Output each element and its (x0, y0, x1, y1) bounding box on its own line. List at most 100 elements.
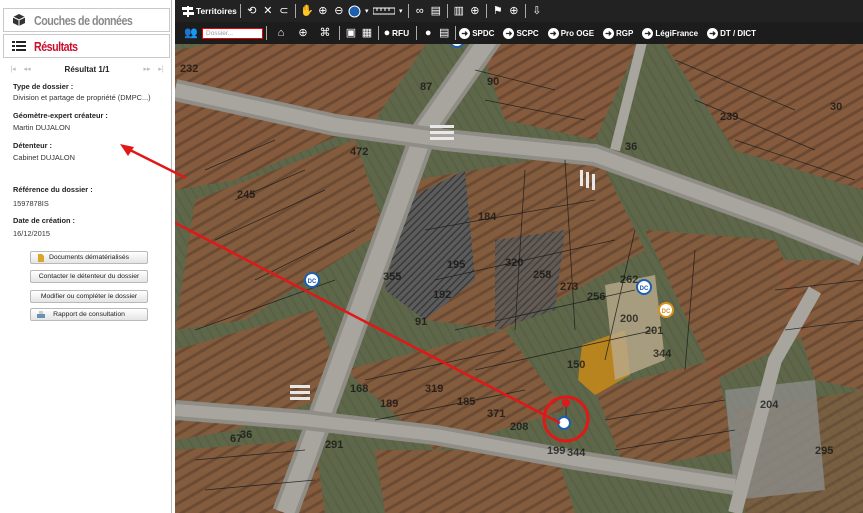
parcel-number: 184 (478, 211, 497, 223)
parcel-number: 36 (625, 141, 637, 153)
parcel-number: 355 (383, 271, 401, 283)
document-icon[interactable]: ▤ (436, 26, 452, 40)
toggle-dt-dict[interactable]: ➜ DT / DICT (707, 27, 756, 39)
parcel-number: 90 (487, 76, 499, 88)
toolbar-separator (416, 26, 418, 40)
parcel-number: 199 (547, 445, 565, 457)
layer-edit-icon[interactable]: ⌘ (314, 26, 336, 40)
toggle-rgp-label: RGP (616, 28, 634, 38)
territoires-menu[interactable]: Territoires (180, 4, 237, 18)
search-locate-icon[interactable]: ⟲ (244, 4, 260, 18)
zoom-extent-icon[interactable]: ⊂ (276, 4, 292, 18)
consultation-report-button-label: Rapport de consultation (53, 311, 125, 318)
parcel-number: 168 (350, 383, 368, 395)
flag-add-icon[interactable]: ⚑ (490, 4, 506, 18)
documents-button[interactable]: Documents dématérialisés (30, 251, 148, 264)
toolbar-separator (407, 4, 409, 18)
parcel-number: 232 (180, 63, 198, 75)
results-panel-title: Résultats (34, 38, 78, 54)
toolbar-separator (524, 4, 526, 18)
add-icon[interactable]: ⊕ (467, 4, 483, 18)
field-value-detenteur: Cabinet DUJALON (13, 153, 76, 162)
parcel-number: 150 (567, 359, 585, 371)
toolbar-separator (339, 26, 340, 40)
parcel-number: 208 (510, 421, 528, 433)
dossier-search-input[interactable]: Dossier... (202, 27, 263, 39)
results-panel-header[interactable]: Résultats (3, 34, 170, 58)
contact-holder-button[interactable]: Contacter le détenteur du dossier (30, 270, 148, 283)
annotation-arrow-head (120, 144, 187, 180)
parcel-number: 245 (237, 189, 255, 201)
users-icon[interactable]: 👥 (180, 26, 202, 40)
chevron-down-icon[interactable]: ▾ (363, 4, 371, 18)
location-pin-icon[interactable]: ● (420, 26, 436, 40)
parcel-number: 91 (415, 316, 427, 328)
results-pager: |◂ ◂◂ Résultat 1/1 ▸▸ ▸| (6, 62, 168, 76)
document-check-icon[interactable]: ▣ (343, 26, 359, 40)
toggle-pro-oge-label: Pro OGE (560, 28, 595, 38)
zoom-in-icon[interactable]: ⊕ (315, 4, 331, 18)
consultation-report-button[interactable]: Rapport de consultation (30, 308, 148, 321)
dossier-marker[interactable]: DC (636, 279, 652, 295)
field-value-date: 16/12/2015 (13, 229, 50, 238)
layer-add-icon[interactable]: ⊕ (292, 26, 314, 40)
edit-dossier-button[interactable]: Modifier ou compléter le dossier (30, 290, 148, 303)
pan-hand-icon[interactable]: ✋ (299, 4, 315, 18)
dossier-marker[interactable]: DC (304, 272, 320, 288)
toolbar-separator (378, 26, 379, 40)
field-label-type: Type de dossier : (13, 82, 74, 91)
toolbar-separator (239, 4, 241, 18)
field-label-detenteur: Détenteur : (13, 141, 53, 150)
document-icon (37, 254, 45, 262)
printer-icon (37, 311, 45, 319)
parcel-number: 319 (425, 383, 443, 395)
toggle-legifrance[interactable]: ➜ LégiFrance (642, 27, 699, 39)
measure-ruler-icon[interactable] (371, 4, 397, 18)
parcel-number: 189 (380, 398, 398, 410)
arrow-circle-icon: ➜ (642, 27, 654, 39)
parcel-number: 262 (620, 274, 638, 286)
documents-button-label: Documents dématérialisés (48, 254, 130, 261)
print-icon[interactable]: ▤ (428, 4, 444, 18)
pin-icon: ● (383, 26, 391, 39)
rfu-button[interactable]: ● RFU (382, 26, 410, 40)
parcel-number: 239 (720, 111, 738, 123)
parcel-number: 344 (653, 348, 672, 360)
first-page-button[interactable]: |◂ (6, 65, 20, 73)
document-a-icon[interactable]: ▦ (359, 26, 375, 40)
parcel-folder-icon[interactable]: ⌂ (270, 26, 292, 40)
aerial-map[interactable]: 232 87 90 239 36 472 30 245 184 355 195 … (175, 30, 863, 513)
chevron-down-icon[interactable]: ▾ (397, 4, 405, 18)
territoires-label: Territoires (196, 6, 237, 16)
signpost-icon (180, 4, 196, 18)
field-value-reference: 1597878IS (13, 199, 49, 208)
field-value-geometre: Martin DUJALON (13, 123, 71, 132)
map-imagery: 232 87 90 239 36 472 30 245 184 355 195 … (175, 30, 863, 513)
toggle-scpc[interactable]: ➜ SCPC (503, 27, 539, 39)
parcel-number: 204 (760, 399, 779, 411)
toggle-legifrance-label: LégiFrance (655, 28, 699, 38)
toolbar-separator (485, 4, 487, 18)
add-circle-icon[interactable]: ⊕ (506, 4, 522, 18)
parcel-number: 371 (487, 408, 505, 420)
layers-panel-header[interactable]: Couches de données (3, 8, 170, 32)
last-page-button[interactable]: ▸| (154, 65, 168, 73)
fullscreen-icon[interactable]: ✕ (260, 4, 276, 18)
toolbar-separator (455, 26, 457, 40)
dossier-layer-icon[interactable] (347, 4, 363, 18)
next-page-button[interactable]: ▸▸ (140, 65, 154, 73)
toggle-rgp[interactable]: ➜ RGP (603, 27, 634, 39)
parcel-number: 273 (560, 281, 578, 293)
dossier-marker-highlight[interactable]: DC (658, 302, 674, 318)
map-book-icon[interactable]: ▥ (451, 4, 467, 18)
toggle-spdc[interactable]: ➜ SPDC (459, 27, 494, 39)
zoom-out-icon[interactable]: ⊖ (331, 4, 347, 18)
list-icon (12, 39, 26, 53)
parcel-number: 185 (457, 396, 475, 408)
link-icon[interactable]: ∞ (412, 4, 428, 18)
arrow-circle-icon: ➜ (707, 27, 719, 39)
previous-page-button[interactable]: ◂◂ (20, 65, 34, 73)
toggle-pro-oge[interactable]: ➜ Pro OGE (547, 27, 595, 39)
cube-icon (12, 13, 26, 27)
download-icon[interactable]: ⇩ (529, 4, 545, 18)
